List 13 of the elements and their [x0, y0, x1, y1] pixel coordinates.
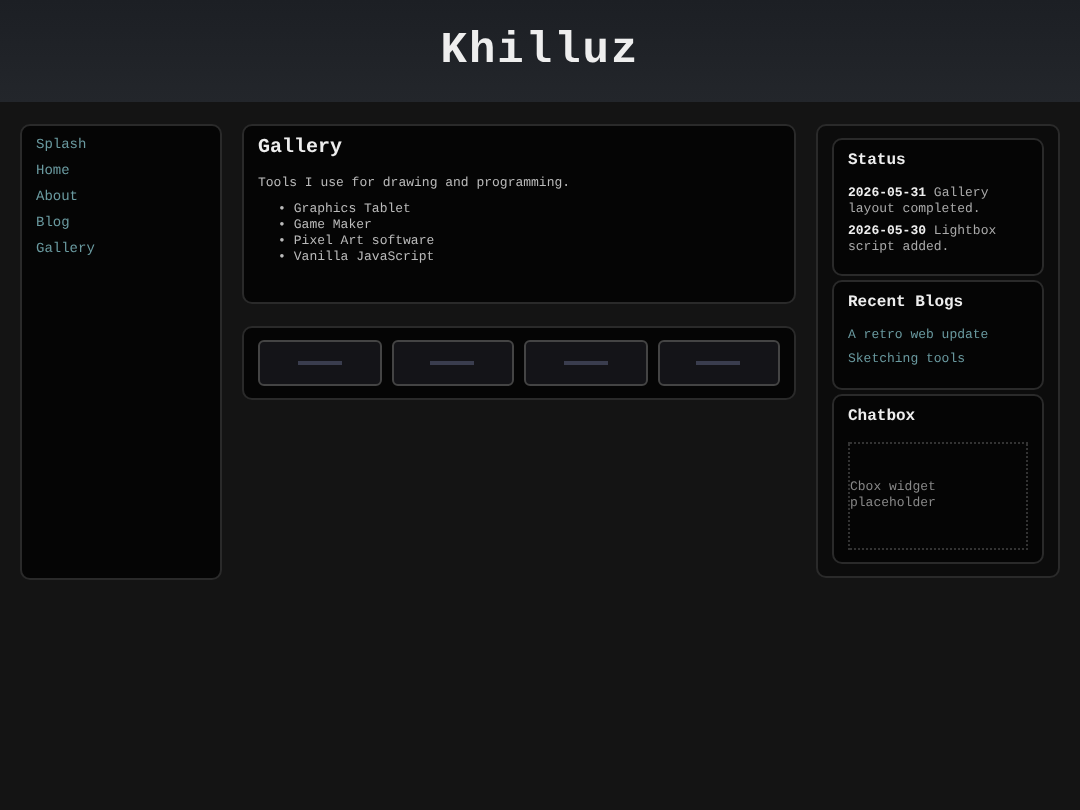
card-title: Chatbox	[848, 408, 918, 426]
card-title: Status	[848, 152, 908, 170]
thumbnail[interactable]	[258, 340, 381, 386]
card-title: Recent Blogs	[848, 294, 966, 312]
caption-mark-icon	[563, 360, 608, 366]
thumbnail[interactable]	[391, 340, 514, 386]
section-title: Gallery	[258, 138, 345, 160]
thumbnail[interactable]	[524, 340, 647, 386]
thumbnail[interactable]	[657, 340, 780, 386]
site-title: Khilluz	[440, 26, 640, 76]
caption-mark-icon	[696, 360, 741, 366]
caption-mark-icon	[297, 360, 342, 366]
caption-mark-icon	[430, 360, 475, 366]
